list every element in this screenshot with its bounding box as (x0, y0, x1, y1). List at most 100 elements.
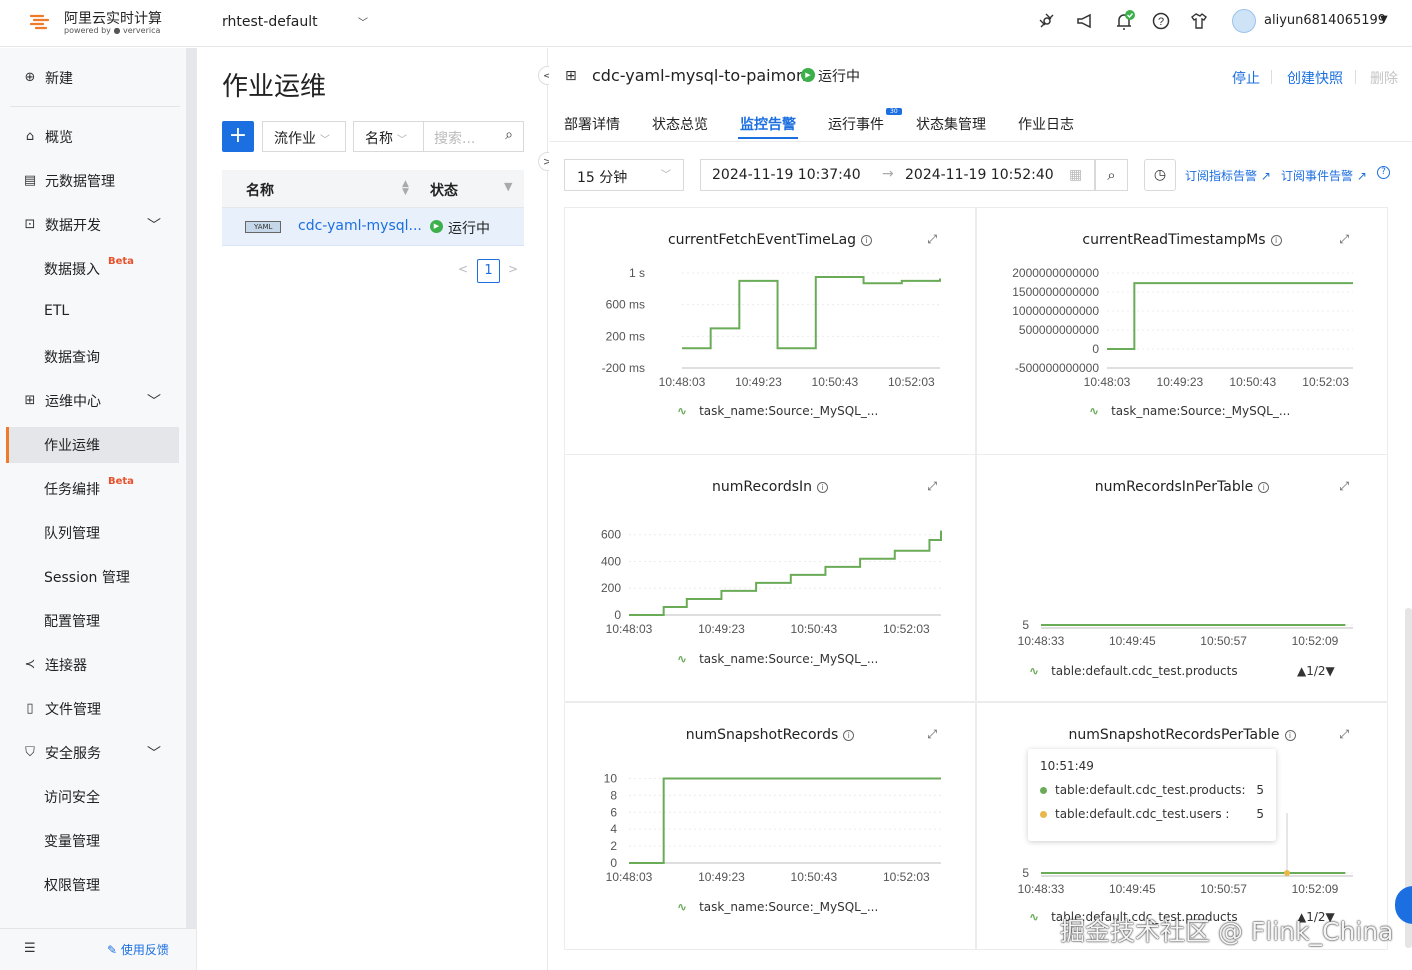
search-input[interactable]: 搜索... ⌕ (423, 121, 524, 152)
y-tick-label: 5 (1022, 866, 1029, 880)
ops-icon: ⊞ (24, 393, 36, 408)
sidebar-item-connectors[interactable]: ≺ 连接器 (0, 647, 186, 683)
shirt-icon[interactable] (1190, 12, 1208, 30)
satellite-icon[interactable] (1038, 12, 1056, 30)
brand-name: 阿里云实时计算 (64, 11, 162, 27)
sort-icon[interactable]: ▲ ▼ (402, 180, 409, 197)
add-job-button[interactable]: + (222, 121, 254, 152)
collapse-menu-icon[interactable]: ☰ (24, 941, 36, 956)
y-tick-label: 2 (610, 839, 617, 853)
chevron-down-icon: ﹀ (661, 170, 671, 181)
y-tick-label: 10 (604, 771, 618, 785)
help-icon[interactable]: ? (1152, 12, 1170, 30)
create-snapshot-button[interactable]: 创建快照 (1287, 68, 1343, 88)
pager-up-icon[interactable]: ▲ (1297, 664, 1306, 678)
sidebar-item-job-ops[interactable]: 作业运维 (6, 427, 179, 463)
next-page-button[interactable]: > (508, 262, 518, 276)
sidebar-item-orchestration[interactable]: 任务编排Beta (0, 471, 186, 507)
tab-job-logs[interactable]: 作业日志 (1018, 114, 1074, 134)
chevron-down-icon: ﹀ (358, 18, 368, 29)
bell-icon[interactable] (1114, 10, 1136, 32)
running-icon: ▶ (430, 220, 443, 233)
job-detail: ⊞ cdc-yaml-mysql-to-paimon ▶ 运行中 停止 创建快照… (549, 48, 1412, 970)
start-time[interactable]: 2024-11-19 10:37:40 (712, 167, 861, 183)
sidebar-item-security[interactable]: ⛉ 安全服务 ﹀ (0, 735, 186, 771)
legend-pager[interactable]: ▲1/2▼ (1297, 664, 1335, 678)
sidebar-item-new[interactable]: ⊕ 新建 (0, 60, 186, 96)
sidebar-item-config[interactable]: 配置管理 (0, 603, 186, 639)
col-name[interactable]: 名称 (246, 180, 274, 200)
end-time[interactable]: 2024-11-19 10:52:40 (905, 167, 1054, 183)
calendar-icon: ▦ (1069, 167, 1083, 183)
job-name-link[interactable]: cdc-yaml-mysql... (298, 218, 422, 234)
chart-fetch-lag: 1 s 600 ms 200 ms -200 ms 10:48:03 10:49:23 10… (602, 266, 941, 389)
sidebar-item-overview[interactable]: ⌂ 概览 (0, 119, 186, 155)
legend-line-icon: ∿ (1029, 664, 1040, 678)
sidebar-item-etl[interactable]: ETL (0, 295, 186, 331)
sidebar-item-metadata[interactable]: ▤ 元数据管理 (0, 163, 186, 199)
announcement-icon[interactable] (1076, 12, 1094, 30)
x-tick-label: 10:50:43 (1229, 375, 1276, 389)
search-icon[interactable]: ⌕ (505, 127, 513, 143)
chart-legend[interactable]: ∿ task_name:Source:_MySQL_... (677, 652, 878, 666)
float-assistant-button[interactable] (1395, 886, 1412, 924)
tab-monitoring[interactable]: 监控告警 (740, 114, 796, 134)
sidebar-item-session[interactable]: Session 管理 (0, 559, 186, 595)
stop-button[interactable]: 停止 (1232, 68, 1260, 88)
clock-icon: ◷ (1153, 167, 1167, 183)
sidebar-item-permissions[interactable]: 权限管理 (0, 867, 186, 903)
brand-powered: powered by ● ververica (64, 26, 161, 35)
sidebar-item-ops[interactable]: ⊞ 运维中心 ﹀ (0, 383, 186, 419)
external-link-icon: ↗ (1356, 169, 1367, 183)
search-button[interactable]: ⌕ (1095, 159, 1128, 191)
sidebar-item-files[interactable]: ▯ 文件管理 (0, 691, 186, 727)
date-range-picker[interactable]: 2024-11-19 10:37:40 → 2024-11-19 10:52:4… (700, 159, 1095, 191)
user-name[interactable]: aliyun6814065199 (1264, 13, 1386, 28)
avatar[interactable] (1232, 9, 1256, 33)
feedback-link[interactable]: ✎ 使用反馈 (107, 941, 169, 958)
filter-icon[interactable]: ▼ (504, 180, 512, 193)
table-header: 名称 ▲ ▼ 状态 ▼ (222, 170, 524, 208)
tab-status-overview[interactable]: 状态总览 (652, 114, 708, 134)
caret-down-icon[interactable]: ▼ (1380, 14, 1388, 25)
workspace-select[interactable]: rhtest-default ﹀ (222, 14, 372, 30)
table-row[interactable]: YAML cdc-yaml-mysql... ▶ 运行中 (222, 208, 524, 246)
sidebar-item-ingest[interactable]: 数据摄入Beta (0, 251, 186, 287)
chart-legend[interactable]: ∿ table:default.cdc_test.products (1029, 664, 1238, 678)
delete-button[interactable]: 删除 (1370, 68, 1398, 88)
x-tick-label: 10:48:33 (1018, 882, 1065, 896)
pager-down-icon[interactable]: ▼ (1326, 664, 1335, 678)
y-tick-label: 600 (601, 528, 621, 542)
logo-icon[interactable] (28, 10, 52, 34)
chevron-down-icon: ﹀ (147, 746, 161, 762)
tab-deploy-details[interactable]: 部署详情 (564, 114, 620, 134)
tab-events[interactable]: 运行事件 (828, 114, 884, 134)
chart-legend[interactable]: ∿ task_name:Source:_MySQL_... (677, 900, 878, 914)
prev-page-button[interactable]: < (458, 262, 468, 276)
chart-legend[interactable]: ∿ task_name:Source:_MySQL_... (677, 404, 878, 418)
sidebar-item-query[interactable]: 数据查询 (0, 339, 186, 375)
home-icon: ⌂ (25, 129, 35, 144)
chart-legend[interactable]: ∿ task_name:Source:_MySQL_... (1089, 404, 1290, 418)
subscribe-event-alert-link[interactable]: 订阅事件告警 ↗ (1281, 167, 1367, 184)
col-status[interactable]: 状态 (430, 180, 458, 200)
file-icon: ▯ (26, 701, 34, 716)
sidebar-item-dev[interactable]: ⊡ 数据开发 ﹀ (0, 207, 186, 243)
beta-badge: Beta (108, 256, 134, 267)
sidebar-item-variables[interactable]: 变量管理 (0, 823, 186, 859)
help-icon[interactable]: ? (1377, 166, 1390, 179)
sidebar-scrollbar[interactable] (186, 48, 196, 928)
search-field-select[interactable]: 名称 ﹀ (353, 121, 423, 152)
job-type-select[interactable]: 流作业 ﹀ (262, 121, 346, 152)
svg-text:?: ? (1158, 16, 1164, 28)
tooltip-dot (1040, 787, 1047, 794)
tab-state-sets[interactable]: 状态集管理 (916, 114, 986, 134)
sidebar-item-queue[interactable]: 队列管理 (0, 515, 186, 551)
subscribe-metric-alert-link[interactable]: 订阅指标告警 ↗ (1185, 167, 1271, 184)
sidebar-item-access[interactable]: 访问安全 (0, 779, 186, 815)
time-range-select[interactable]: 15 分钟 ﹀ (564, 159, 684, 191)
refresh-history-button[interactable]: ◷ (1144, 159, 1176, 191)
legend-line-icon: ∿ (677, 404, 688, 418)
x-tick-label: 10:49:45 (1109, 882, 1156, 896)
page-number[interactable]: 1 (477, 259, 500, 283)
